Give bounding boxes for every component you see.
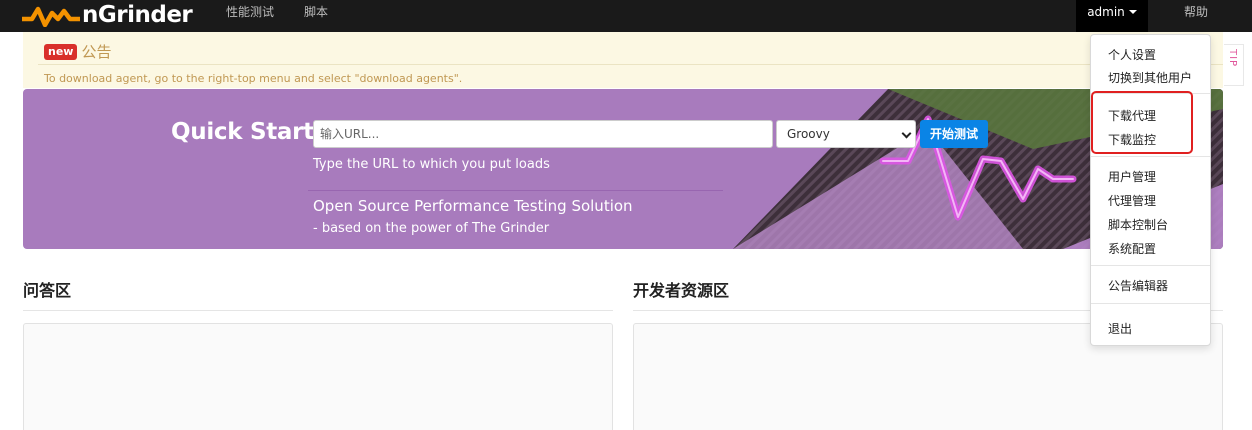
highlight-box <box>1091 91 1193 154</box>
menu-divider <box>1091 303 1210 304</box>
admin-username: admin <box>1087 5 1125 19</box>
notice-header: new 公告 <box>44 41 111 62</box>
caret-down-icon <box>1128 9 1137 14</box>
menu-personal-settings[interactable]: 个人设置 <box>1108 46 1156 63</box>
hero-headline: Open Source Performance Testing Solution <box>313 197 633 215</box>
menu-user-management[interactable]: 用户管理 <box>1108 168 1156 185</box>
notice-panel: new 公告 To download agent, go to the righ… <box>23 32 1223 88</box>
ngrinder-logo[interactable]: nGrinder <box>22 0 193 32</box>
top-navbar: nGrinder 性能测试 脚本 admin 帮助 <box>0 0 1252 32</box>
quick-start-title: Quick Start <box>171 119 314 145</box>
tip-label: TIP <box>1227 49 1238 68</box>
qa-section-title: 问答区 <box>23 281 72 300</box>
dev-section-title: 开发者资源区 <box>633 281 730 300</box>
quick-start-subtitle: Type the URL to which you put loads <box>313 157 550 172</box>
script-type-value: Groovy <box>787 127 830 141</box>
banner-wave-graphic <box>733 89 1223 249</box>
hero-divider <box>308 190 723 191</box>
nav-script[interactable]: 脚本 <box>304 0 328 32</box>
menu-divider <box>1091 156 1210 157</box>
tip-tab[interactable]: TIP <box>1224 44 1244 86</box>
menu-script-console[interactable]: 脚本控制台 <box>1108 216 1168 233</box>
menu-agent-management[interactable]: 代理管理 <box>1108 192 1156 209</box>
menu-logout[interactable]: 退出 <box>1108 320 1132 337</box>
chevron-down-icon <box>901 128 912 139</box>
notice-text: To download agent, go to the right-top m… <box>44 72 463 85</box>
script-type-select[interactable]: Groovy <box>776 120 916 148</box>
notice-title: 公告 <box>81 43 112 61</box>
logo-text: nGrinder <box>82 2 193 28</box>
nav-performance-test[interactable]: 性能测试 <box>226 0 274 32</box>
new-badge: new <box>44 43 78 60</box>
menu-divider <box>1091 265 1210 266</box>
menu-notice-editor[interactable]: 公告编辑器 <box>1108 277 1168 294</box>
menu-system-config[interactable]: 系统配置 <box>1108 240 1156 257</box>
start-test-button[interactable]: 开始测试 <box>920 120 988 148</box>
quick-start-banner: Quick Start Groovy 开始测试 Type the URL to … <box>23 89 1223 249</box>
nav-help[interactable]: 帮助 <box>1184 0 1208 32</box>
user-dropdown-menu: 个人设置 切换到其他用户 下载代理 下载监控 用户管理 代理管理 脚本控制台 系… <box>1090 34 1211 346</box>
menu-switch-user[interactable]: 切换到其他用户 <box>1108 69 1192 86</box>
notice-divider <box>38 64 1223 65</box>
qa-section-rule <box>23 310 613 311</box>
hero-tagline: - based on the power of The Grinder <box>313 221 550 236</box>
qa-panel <box>23 323 613 430</box>
logo-wave-icon <box>22 6 80 27</box>
url-input[interactable] <box>313 120 773 148</box>
admin-menu-toggle[interactable]: admin <box>1076 0 1148 32</box>
